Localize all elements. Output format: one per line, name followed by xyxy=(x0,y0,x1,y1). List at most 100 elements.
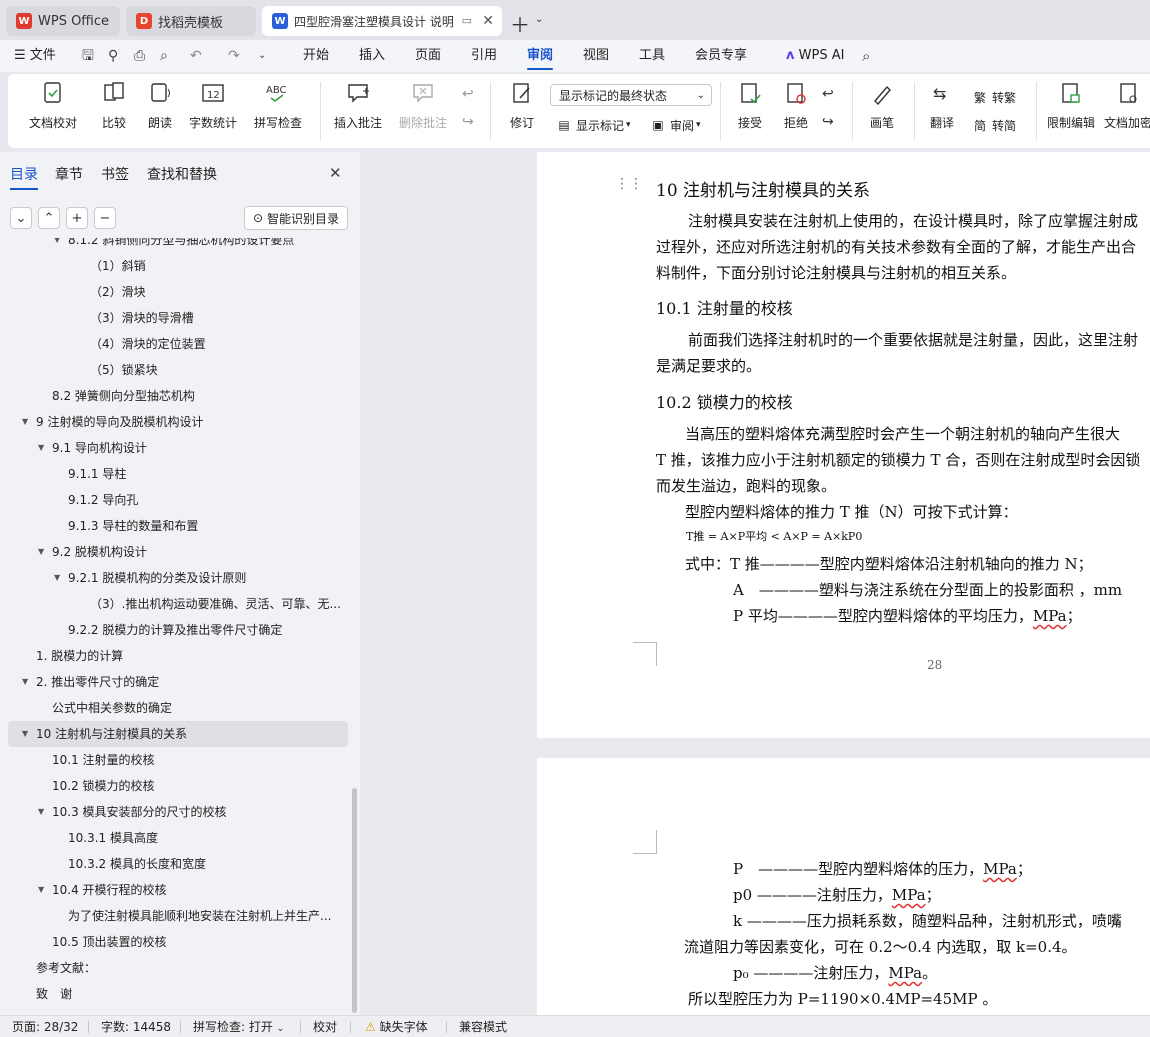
toc-item[interactable]: （4）滑块的定位装置 xyxy=(0,331,348,357)
compare-button[interactable]: 比较 xyxy=(92,80,136,142)
print-icon[interactable]: ⎙ xyxy=(134,40,145,72)
wps-ai-button[interactable]: ᴧ WPS AI xyxy=(786,40,844,72)
toc-item[interactable]: （1）斜销 xyxy=(0,253,348,279)
screen-icon[interactable]: ▭ xyxy=(462,14,472,27)
undo-icon[interactable]: ↶ xyxy=(190,40,202,72)
page-indicator[interactable]: 页面: 28/32 xyxy=(12,1016,78,1037)
toc-item[interactable]: ▼ 9.2 脱模机构设计 xyxy=(0,539,348,565)
toc-item[interactable]: ▼ 8.1.2 斜销侧向分型与抽芯机构的设计要点 xyxy=(0,238,348,253)
toc-item[interactable]: 10.2 锁模力的校核 xyxy=(0,773,348,799)
toc-item[interactable]: （5）锁紧块 xyxy=(0,357,348,383)
menu-tools[interactable]: 工具 xyxy=(639,40,665,72)
toc-item[interactable]: 10.3.1 模具高度 xyxy=(0,825,348,851)
restrict-edit-button[interactable]: 限制编辑 xyxy=(1044,80,1098,142)
toc-item[interactable]: ▼ 10.3 模具安装部分的尺寸的校核 xyxy=(0,799,348,825)
toc-item[interactable]: 9.1.2 导向孔 xyxy=(0,487,348,513)
toc-item[interactable]: 致 谢 xyxy=(0,981,348,1007)
toc-item[interactable]: ▼ 10.4 开模行程的校核 xyxy=(0,877,348,903)
review-pane-button[interactable]: ▣ 审阅 ▾ xyxy=(650,114,700,136)
file-menu[interactable]: ☰ 文件 xyxy=(14,40,56,72)
to-simplified-button[interactable]: 简转简 xyxy=(972,114,1016,136)
tab-chapters[interactable]: 章节 xyxy=(55,164,83,184)
pen-button[interactable]: 画笔 xyxy=(864,80,900,142)
chevron-down-icon[interactable]: ⌄ xyxy=(535,14,543,25)
markup-mode-select[interactable]: 显示标记的最终状态 ⌄ xyxy=(550,84,712,106)
delete-comment-button[interactable]: 删除批注 xyxy=(392,80,454,142)
toc-item[interactable]: 9.2.2 脱模力的计算及推出零件尺寸确定 xyxy=(0,617,348,643)
expand-triangle-icon[interactable]: ▼ xyxy=(54,238,60,253)
close-icon[interactable]: ✕ xyxy=(329,164,342,182)
smart-toc-button[interactable]: ⊙ 智能识别目录 xyxy=(244,206,348,230)
print-preview-icon[interactable]: ⌕ xyxy=(160,40,168,72)
menu-reference[interactable]: 引用 xyxy=(471,40,497,72)
sidebar-scrollbar[interactable] xyxy=(352,788,357,1013)
close-icon[interactable]: ✕ xyxy=(482,13,494,29)
toc-item[interactable]: ▼ 9.1 导向机构设计 xyxy=(0,435,348,461)
toc-item[interactable]: ▼ 9.2.1 脱模机构的分类及设计原则 xyxy=(0,565,348,591)
menu-start[interactable]: 开始 xyxy=(303,40,329,72)
tab-find-replace[interactable]: 查找和替换 xyxy=(147,164,217,184)
menu-review[interactable]: 审阅 xyxy=(527,40,554,72)
drag-handle-icon[interactable]: ⋮⋮ xyxy=(615,176,643,192)
insert-comment-button[interactable]: 插入批注 xyxy=(330,80,386,142)
chevron-down-icon[interactable]: ⌄ xyxy=(258,40,266,72)
tab-docer[interactable]: D 找稻壳模板 xyxy=(126,6,256,36)
translate-button[interactable]: ⇆ 翻译 xyxy=(922,80,962,142)
missing-font-indicator[interactable]: ⚠ 缺失字体 xyxy=(365,1016,428,1037)
remove-level-icon[interactable]: − xyxy=(94,207,116,229)
toc-item[interactable]: （3）.推出机构运动要准确、灵活、可靠、无... xyxy=(0,591,348,617)
expand-triangle-icon[interactable]: ▼ xyxy=(54,565,60,591)
toc-item[interactable]: 10.3.2 模具的长度和宽度 xyxy=(0,851,348,877)
spell-check-indicator[interactable]: 拼写检查: 打开 ⌄ xyxy=(193,1016,284,1037)
tab-document[interactable]: W 四型腔滑塞注塑模具设计 说明 ▭ ✕ xyxy=(262,6,502,36)
menu-insert[interactable]: 插入 xyxy=(359,40,385,72)
word-count-indicator[interactable]: 字数: 14458 xyxy=(101,1016,171,1037)
expand-triangle-icon[interactable]: ▼ xyxy=(38,799,44,825)
save-icon[interactable]: 🖫 xyxy=(82,40,94,72)
share-icon[interactable]: ⚲ xyxy=(108,40,118,72)
toc-item[interactable]: 公式中相关参数的确定 xyxy=(0,695,348,721)
toc-item[interactable]: 9.1.1 导柱 xyxy=(0,461,348,487)
new-tab-icon[interactable]: ＋ xyxy=(510,9,530,38)
toc-item[interactable]: 为了使注射模具能顺利地安装在注射机上并生产... xyxy=(0,903,348,929)
tab-wps-office[interactable]: W WPS Office xyxy=(6,6,120,36)
tab-toc[interactable]: 目录 xyxy=(10,164,38,190)
next-comment-icon[interactable]: ↪ xyxy=(462,114,474,130)
toc-item[interactable]: 1. 脱模力的计算 xyxy=(0,643,348,669)
proof-indicator[interactable]: 校对 xyxy=(313,1016,337,1037)
reject-button[interactable]: 拒绝 xyxy=(776,80,816,142)
read-aloud-button[interactable]: 朗读 xyxy=(144,80,176,142)
toc-item[interactable]: ▼ 10 注射机与注射模具的关系 xyxy=(8,721,348,747)
toc-item[interactable]: 9.1.3 导柱的数量和布置 xyxy=(0,513,348,539)
menu-page[interactable]: 页面 xyxy=(415,40,441,72)
toc-item[interactable]: ▼ 2. 推出零件尺寸的确定 xyxy=(0,669,348,695)
word-count-button[interactable]: 12 字数统计 xyxy=(186,80,240,142)
doc-proof-button[interactable]: 文档校对 xyxy=(24,80,82,142)
toc-item[interactable]: 10.1 注射量的校核 xyxy=(0,747,348,773)
doc-encrypt-button[interactable]: 文档加密 xyxy=(1104,80,1150,142)
expand-triangle-icon[interactable]: ▼ xyxy=(38,435,44,461)
show-markup-button[interactable]: ▤ 显示标记 ▾ xyxy=(556,114,630,136)
menu-member[interactable]: 会员专享 xyxy=(695,40,747,72)
expand-triangle-icon[interactable]: ▼ xyxy=(22,409,28,435)
redo-icon[interactable]: ↷ xyxy=(228,40,240,72)
expand-down-icon[interactable]: ⌄ xyxy=(10,207,32,229)
to-traditional-button[interactable]: 繁转繁 xyxy=(972,86,1016,108)
add-level-icon[interactable]: + xyxy=(66,207,88,229)
collapse-up-icon[interactable]: ⌃ xyxy=(38,207,60,229)
prev-change-icon[interactable]: ↩ xyxy=(822,86,834,102)
menu-view[interactable]: 视图 xyxy=(583,40,609,72)
toc-item[interactable]: （3）滑块的导滑槽 xyxy=(0,305,348,331)
toc-item[interactable]: 8.2 弹簧侧向分型抽芯机构 xyxy=(0,383,348,409)
search-icon[interactable]: ⌕ xyxy=(862,40,870,72)
expand-triangle-icon[interactable]: ▼ xyxy=(38,539,44,565)
next-change-icon[interactable]: ↪ xyxy=(822,114,834,130)
toc-item[interactable]: ▼ 9 注射模的导向及脱模机构设计 xyxy=(0,409,348,435)
prev-comment-icon[interactable]: ↩ xyxy=(462,86,474,102)
expand-triangle-icon[interactable]: ▼ xyxy=(22,721,28,747)
accept-button[interactable]: 接受 xyxy=(730,80,770,142)
expand-triangle-icon[interactable]: ▼ xyxy=(22,669,28,695)
toc-item[interactable]: （2）滑块 xyxy=(0,279,348,305)
toc-item[interactable]: 参考文献： xyxy=(0,955,348,981)
tab-bookmarks[interactable]: 书签 xyxy=(101,164,129,184)
